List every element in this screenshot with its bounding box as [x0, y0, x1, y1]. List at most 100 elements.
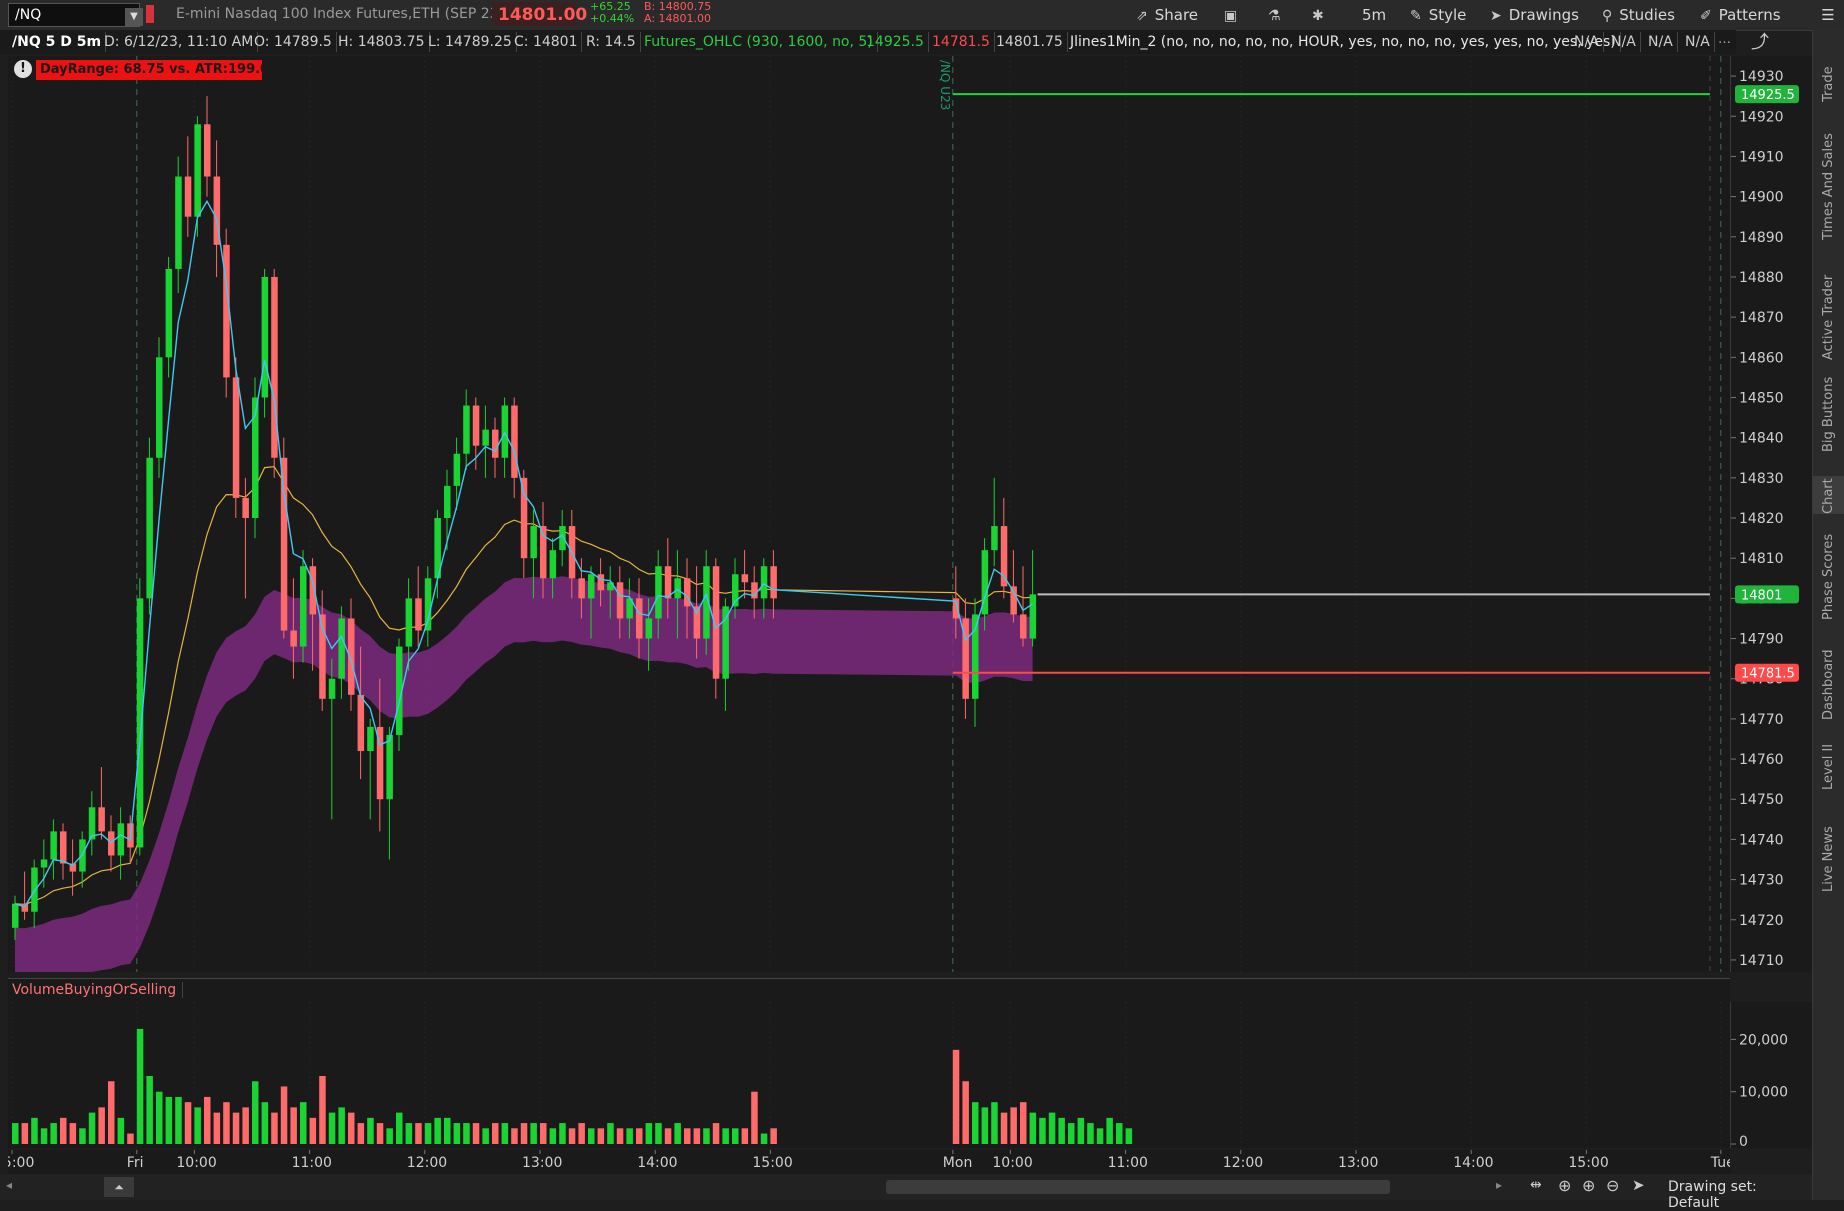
volume-bar: [175, 1096, 182, 1144]
volume-bar: [607, 1123, 614, 1144]
price-bubble-label: 14925.5: [1741, 88, 1795, 103]
volume-bar: [261, 1102, 269, 1144]
side-tab[interactable]: Active Trader: [1813, 268, 1844, 360]
chart-tools-icon[interactable]: ⤴: [1740, 30, 1780, 56]
price-tick-label: 14910: [1739, 149, 1784, 165]
right-side-tabs: Trade Times And Sales Active Trader Big But…: [1812, 30, 1844, 1200]
chevron-down-icon[interactable]: ▼: [125, 8, 143, 26]
style-icon: ✎: [1410, 8, 1422, 24]
price-tick-label: 14760: [1739, 752, 1784, 768]
volume-bar: [972, 1102, 979, 1144]
volume-bar: [712, 1123, 720, 1144]
flask-button[interactable]: ⚗: [1268, 0, 1288, 30]
side-tab[interactable]: Trade: [1813, 66, 1844, 102]
time-tick-label: 11:00: [292, 1155, 332, 1171]
net-change: +65.25 +0.44%: [590, 1, 634, 25]
menu-button[interactable]: ☰: [1812, 0, 1844, 30]
pointer-icon[interactable]: ➤: [1632, 1176, 1645, 1194]
candle-down: [290, 630, 297, 647]
watchlist-button[interactable]: ▣: [1224, 0, 1244, 30]
candle-up: [88, 807, 96, 840]
volume-pane[interactable]: [8, 1002, 1730, 1148]
candle-down: [616, 582, 624, 619]
drawing-set-label[interactable]: Drawing set: Default: [1668, 1179, 1812, 1211]
volume-bar: [434, 1117, 441, 1144]
price-tick-label: 14740: [1739, 832, 1784, 848]
volume-bar: [194, 1107, 201, 1144]
price-tick-label: 14720: [1739, 913, 1784, 929]
patterns-icon: ✐: [1700, 8, 1712, 24]
fit-icon[interactable]: ⇹: [1530, 1177, 1542, 1193]
volume-bar: [463, 1123, 470, 1144]
crosshair-icon[interactable]: ⊕: [1558, 1176, 1571, 1195]
side-tab[interactable]: Phase Scores: [1813, 534, 1844, 620]
studies-icon: ⚲: [1602, 8, 1613, 24]
time-tick-label: Fri: [127, 1155, 144, 1171]
price-chart-pane[interactable]: ! DayRange: 68.75 vs. ATR:199.0 /NQ U23: [8, 56, 1730, 972]
chart-label[interactable]: /NQ 5 D 5m: [8, 32, 107, 52]
studies-label: Studies: [1619, 6, 1675, 24]
horizontal-scrollbar[interactable]: [886, 1180, 1390, 1194]
patterns-label: Patterns: [1718, 6, 1781, 24]
price-axis[interactable]: 14930 14920 14910 14900 14890 14880 14870 14860…: [1730, 56, 1813, 972]
volume-bar: [290, 1107, 297, 1144]
price-tick-label: 14790: [1739, 632, 1784, 648]
price-tick-label: 14850: [1739, 390, 1784, 406]
share-button[interactable]: ⇗ Share: [1136, 0, 1198, 30]
time-tick-label: 11:00: [1108, 1155, 1148, 1171]
more-icon[interactable]: …: [1718, 32, 1731, 47]
volume-bar: [223, 1102, 230, 1144]
volume-bar: [338, 1107, 345, 1144]
studies-button[interactable]: ⚲ Studies: [1602, 0, 1675, 30]
contract-roll-label: /NQ U23: [938, 60, 958, 150]
volume-bar: [21, 1123, 29, 1144]
volume-bar: [472, 1123, 480, 1144]
cursor-icon: ➤: [1490, 8, 1502, 24]
timeframe-button[interactable]: 5m: [1362, 0, 1386, 30]
candle-down: [578, 578, 585, 599]
volume-bar: [578, 1123, 585, 1144]
zoom-out-icon[interactable]: ⊖: [1606, 1176, 1619, 1195]
patterns-button[interactable]: ✐ Patterns: [1700, 0, 1781, 30]
na-value: N/A: [1681, 32, 1715, 52]
candle-down: [242, 497, 249, 519]
side-tab[interactable]: Dashboard: [1813, 646, 1844, 720]
drawings-button[interactable]: ➤ Drawings: [1490, 0, 1579, 30]
style-button[interactable]: ✎ Style: [1410, 0, 1466, 30]
expand-icon[interactable]: ⏶: [104, 1177, 134, 1197]
volume-study-title[interactable]: VolumeBuyingOrSelling: [12, 982, 184, 998]
zoom-in-icon[interactable]: ⊕: [1582, 1176, 1595, 1195]
side-tab[interactable]: Level II: [1813, 742, 1844, 790]
symbol-input[interactable]: /NQ ▼: [8, 3, 143, 27]
candle-up: [261, 276, 269, 398]
price-tick-label: 14730: [1739, 873, 1784, 889]
side-tab[interactable]: Times And Sales: [1813, 133, 1844, 240]
volume-bar: [309, 1117, 317, 1144]
alert-icon[interactable]: !: [14, 60, 32, 78]
candle-up: [300, 566, 307, 647]
candle-up: [50, 831, 57, 860]
bid-ask: B: 14800.75 A: 14801.00: [644, 1, 711, 25]
volume-bar: [50, 1123, 57, 1144]
volume-bar: [482, 1128, 489, 1144]
volume-bar: [184, 1102, 192, 1144]
scroll-left-icon[interactable]: ◂: [6, 1178, 12, 1192]
time-tick-label: 15:00: [8, 1155, 34, 1171]
candle-up: [463, 405, 470, 454]
side-tab[interactable]: Live News: [1813, 810, 1844, 892]
time-axis[interactable]: 15:00 Fri 10:00 11:00 12:00 13:00 14:00 15:00 Mo…: [0, 1150, 1735, 1174]
study-jlines[interactable]: Jlines1Min_2 (no, no, no, no, no, HOUR, …: [1066, 32, 1621, 52]
study-futures-ohlc[interactable]: Futures_OHLC (930, 1600, no, 5): [640, 32, 878, 52]
time-tick-label: 15:00: [752, 1155, 792, 1171]
scroll-right-icon[interactable]: ▸: [1496, 1178, 1502, 1192]
side-tab-label: Live News: [1821, 826, 1836, 892]
settings-button[interactable]: ✱: [1312, 0, 1331, 30]
price-chart[interactable]: [8, 56, 1730, 972]
side-tab[interactable]: Big Buttons: [1813, 377, 1844, 452]
link-flag-icon[interactable]: [146, 5, 154, 23]
price-tick-label: 14890: [1739, 230, 1784, 246]
info-range: R: 14.5: [582, 32, 641, 52]
side-tab[interactable]: Chart: [1813, 476, 1844, 514]
candle-up: [40, 859, 48, 868]
volume-bar: [703, 1128, 710, 1144]
